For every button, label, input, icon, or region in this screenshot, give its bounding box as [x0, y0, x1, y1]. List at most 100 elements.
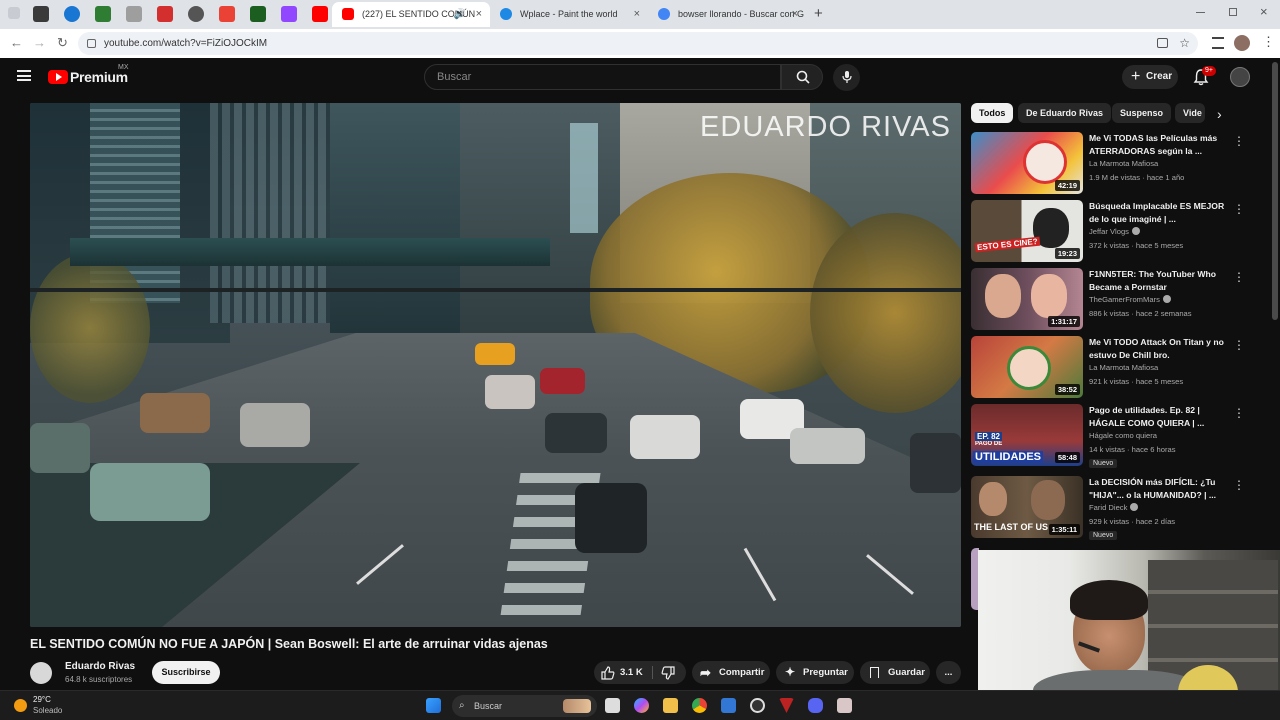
- youtube-tab-icon[interactable]: [312, 6, 328, 22]
- recommendation-card[interactable]: 1:31:17 F1NN5TER: The YouTuber Who Becam…: [971, 268, 1261, 332]
- bookmark-star-icon[interactable]: ☆: [1179, 32, 1190, 55]
- recommendation-card[interactable]: ESTO ES CINE? 19:23 Búsqueda Implacable …: [971, 200, 1261, 264]
- tab-google-search[interactable]: bowser llorando - Buscar con G ×: [648, 2, 806, 27]
- close-tab-icon[interactable]: ×: [476, 2, 482, 27]
- thumbnail-art: [1007, 346, 1051, 390]
- video-player[interactable]: EDUARDO RIVAS: [30, 103, 961, 627]
- forward-icon[interactable]: →: [33, 35, 46, 50]
- more-options-icon[interactable]: ⋮: [1233, 270, 1245, 284]
- more-options-icon[interactable]: ⋮: [1233, 134, 1245, 148]
- chip-all[interactable]: Todos: [971, 103, 1014, 123]
- subscribe-button[interactable]: Suscribirse: [152, 661, 220, 684]
- url-text: youtube.com/watch?v=FiZiOJOCkIM: [104, 38, 268, 49]
- ask-button[interactable]: ✦ Preguntar: [776, 661, 854, 684]
- taskbar-search-label: Buscar: [474, 701, 503, 711]
- like-button[interactable]: 3.1 K: [594, 661, 652, 684]
- more-actions-button[interactable]: ...: [936, 661, 961, 684]
- recommendation-card[interactable]: 38:52 Me Vi TODO Attack On Titan y no es…: [971, 336, 1261, 400]
- copilot-icon[interactable]: [634, 698, 649, 713]
- new-tab-button[interactable]: +: [814, 5, 823, 22]
- game-app-icon[interactable]: [837, 698, 852, 713]
- media-controls-icon[interactable]: [1212, 37, 1224, 49]
- close-window-icon[interactable]: ×: [1260, 4, 1268, 19]
- verified-icon: [1131, 227, 1140, 235]
- car: [540, 368, 585, 394]
- tab-youtube-video[interactable]: (227) EL SENTIDO COMÚN 🔊 ×: [332, 2, 490, 27]
- minimize-icon[interactable]: [1196, 12, 1205, 13]
- address-bar[interactable]: youtube.com/watch?v=FiZiOJOCkIM ☆: [78, 32, 1198, 55]
- recommendation-meta: 14 k vistas · hace 6 horas: [1089, 445, 1176, 454]
- profile-avatar-icon[interactable]: [1234, 35, 1250, 51]
- chip-suspense[interactable]: Suspenso: [1112, 103, 1172, 123]
- recommendation-card[interactable]: PAGO DE EP. 82 UTILIDADES 58:48 Pago de …: [971, 404, 1261, 468]
- video-thumbnail[interactable]: 1:31:17: [971, 268, 1083, 330]
- pinned-tab-4-icon[interactable]: [126, 6, 142, 22]
- close-tab-icon[interactable]: ×: [634, 2, 640, 27]
- ask-label: Preguntar: [803, 667, 848, 678]
- like-dislike-group: 3.1 K: [594, 661, 686, 684]
- search-input[interactable]: Buscar: [424, 64, 781, 90]
- more-options-icon[interactable]: ⋮: [1233, 202, 1245, 216]
- recommendation-title: Pago de utilidades. Ep. 82 | HÁGALE COMO…: [1089, 405, 1205, 428]
- pinned-tab-6-icon[interactable]: [188, 6, 204, 22]
- pinned-tab-5-icon[interactable]: [157, 6, 173, 22]
- more-options-icon[interactable]: ⋮: [1233, 338, 1245, 352]
- tab-wplace[interactable]: Wplace - Paint the world ×: [490, 2, 648, 27]
- video-thumbnail[interactable]: PAGO DE EP. 82 UTILIDADES 58:48: [971, 404, 1083, 466]
- video-thumbnail[interactable]: THE LAST OF US 1:35:11: [971, 476, 1083, 538]
- more-options-icon[interactable]: ⋮: [1233, 406, 1245, 420]
- voice-search-button[interactable]: [833, 64, 860, 91]
- channel-avatar[interactable]: [30, 662, 52, 684]
- recommendation-card[interactable]: THE LAST OF US 1:35:11 La DECISIÓN más D…: [971, 476, 1261, 540]
- account-avatar[interactable]: [1230, 67, 1250, 87]
- twitch-tab-icon[interactable]: [281, 6, 297, 22]
- file-explorer-icon[interactable]: [663, 698, 678, 713]
- dislike-button[interactable]: [653, 661, 686, 684]
- site-info-icon[interactable]: [87, 39, 96, 48]
- sidebar-scrollbar[interactable]: [1272, 62, 1278, 320]
- browser-menu-icon[interactable]: ⋮: [1262, 34, 1275, 50]
- windows-start-icon[interactable]: [426, 698, 441, 713]
- taskbar-search[interactable]: ⌕ Buscar: [452, 695, 597, 717]
- video-thumbnail[interactable]: ESTO ES CINE? 19:23: [971, 200, 1083, 262]
- car: [790, 428, 865, 464]
- task-view-icon[interactable]: [605, 698, 620, 713]
- audio-playing-icon[interactable]: 🔊: [454, 2, 466, 27]
- obs-icon[interactable]: [750, 698, 765, 713]
- new-badge: Nuevo: [1089, 531, 1118, 540]
- chips-next-chevron-icon[interactable]: ›: [1217, 106, 1222, 122]
- more-options-icon[interactable]: ⋮: [1233, 478, 1245, 492]
- recommendation-card[interactable]: 42:19 Me Vi TODAS las Películas más ATER…: [971, 132, 1261, 196]
- app-v-icon[interactable]: [779, 698, 794, 713]
- create-button[interactable]: + Crear: [1122, 65, 1178, 89]
- chip-videos[interactable]: Vide: [1175, 103, 1205, 123]
- youtube-masthead: Premium MX Buscar + Crear 9+: [0, 58, 1280, 98]
- sun-weather-icon[interactable]: [14, 699, 27, 712]
- search-button[interactable]: [781, 64, 823, 90]
- tab-list-chevron-icon[interactable]: [8, 7, 20, 19]
- back-icon[interactable]: ←: [10, 35, 23, 50]
- video-thumbnail[interactable]: 38:52: [971, 336, 1083, 398]
- recommendation-title: F1NN5TER: The YouTuber Who Became a Porn…: [1089, 269, 1216, 292]
- car: [575, 483, 647, 553]
- close-tab-icon[interactable]: ×: [792, 2, 798, 27]
- pinned-tab-8-icon[interactable]: [250, 6, 266, 22]
- chrome-icon[interactable]: [692, 698, 707, 713]
- menu-hamburger-icon[interactable]: [17, 70, 31, 81]
- video-thumbnail[interactable]: 42:19: [971, 132, 1083, 194]
- chip-from-channel[interactable]: De Eduardo Rivas: [1018, 103, 1112, 123]
- recommendation-channel: Farid Dieck: [1089, 503, 1139, 512]
- maximize-icon[interactable]: [1229, 8, 1237, 16]
- pinned-tab-1-icon[interactable]: [33, 6, 49, 22]
- gmail-tab-icon[interactable]: [219, 6, 235, 22]
- pinned-tab-cloud-icon[interactable]: [64, 6, 80, 22]
- store-icon[interactable]: [721, 698, 736, 713]
- reload-icon[interactable]: ↻: [57, 35, 68, 51]
- pinned-tab-3-icon[interactable]: [95, 6, 111, 22]
- install-app-icon[interactable]: [1157, 38, 1168, 48]
- save-button[interactable]: Guardar: [860, 661, 930, 684]
- channel-name[interactable]: Eduardo Rivas: [65, 661, 135, 672]
- discord-icon[interactable]: [808, 698, 823, 713]
- share-button[interactable]: ➦ Compartir: [692, 661, 770, 684]
- youtube-play-icon: [48, 70, 68, 84]
